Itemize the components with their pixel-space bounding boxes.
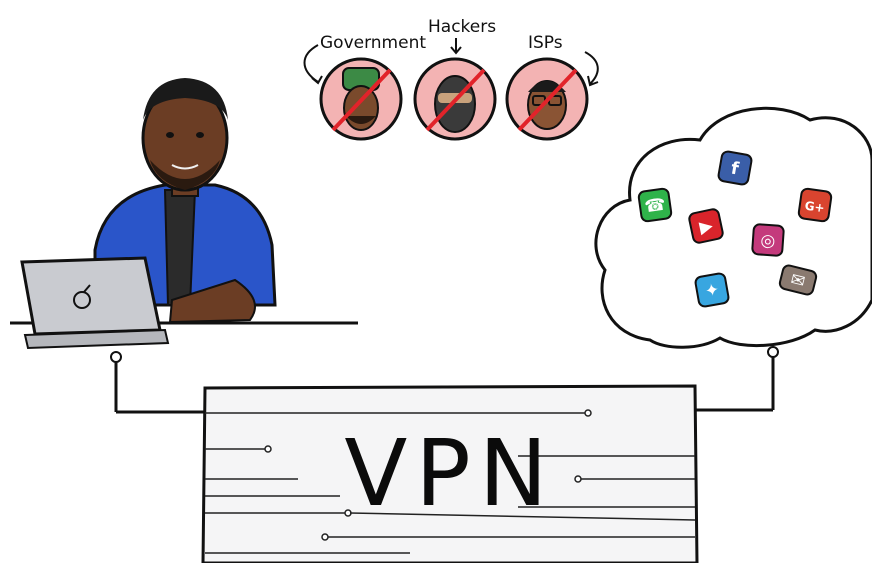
arrow-head — [311, 75, 323, 85]
internet-cloud: ☎f▶G+◎✦ ✉ — [594, 106, 872, 349]
vpn-box: VPN — [201, 384, 699, 563]
node-user — [110, 351, 122, 363]
svg-text:G+: G+ — [804, 199, 826, 216]
threat-government — [319, 57, 403, 141]
facebook-icon: f — [717, 150, 753, 186]
vpn-label: VPN — [344, 420, 555, 527]
label-isps: ISPs — [528, 33, 563, 53]
whatsapp-icon: ☎ — [637, 187, 673, 223]
svg-text:☎: ☎ — [643, 195, 667, 218]
arrow-government — [303, 44, 319, 83]
label-hackers: Hackers — [428, 17, 496, 37]
threat-hackers — [413, 57, 497, 141]
arrow-isps — [584, 51, 599, 85]
twitter-icon: ✦ — [694, 272, 730, 308]
youtube-icon: ▶ — [688, 208, 724, 244]
threat-isps — [505, 57, 589, 141]
svg-text:◎: ◎ — [760, 231, 776, 252]
node-cloud — [767, 346, 779, 358]
vpn-diagram: Government Hackers ISPs VPN ☎f▶G+◎✦ ✉ — [10, 17, 872, 563]
instagram-icon: ◎ — [751, 223, 785, 257]
laptop — [20, 256, 170, 350]
google-plus-icon: G+ — [797, 187, 833, 223]
label-government: Government — [320, 33, 426, 53]
